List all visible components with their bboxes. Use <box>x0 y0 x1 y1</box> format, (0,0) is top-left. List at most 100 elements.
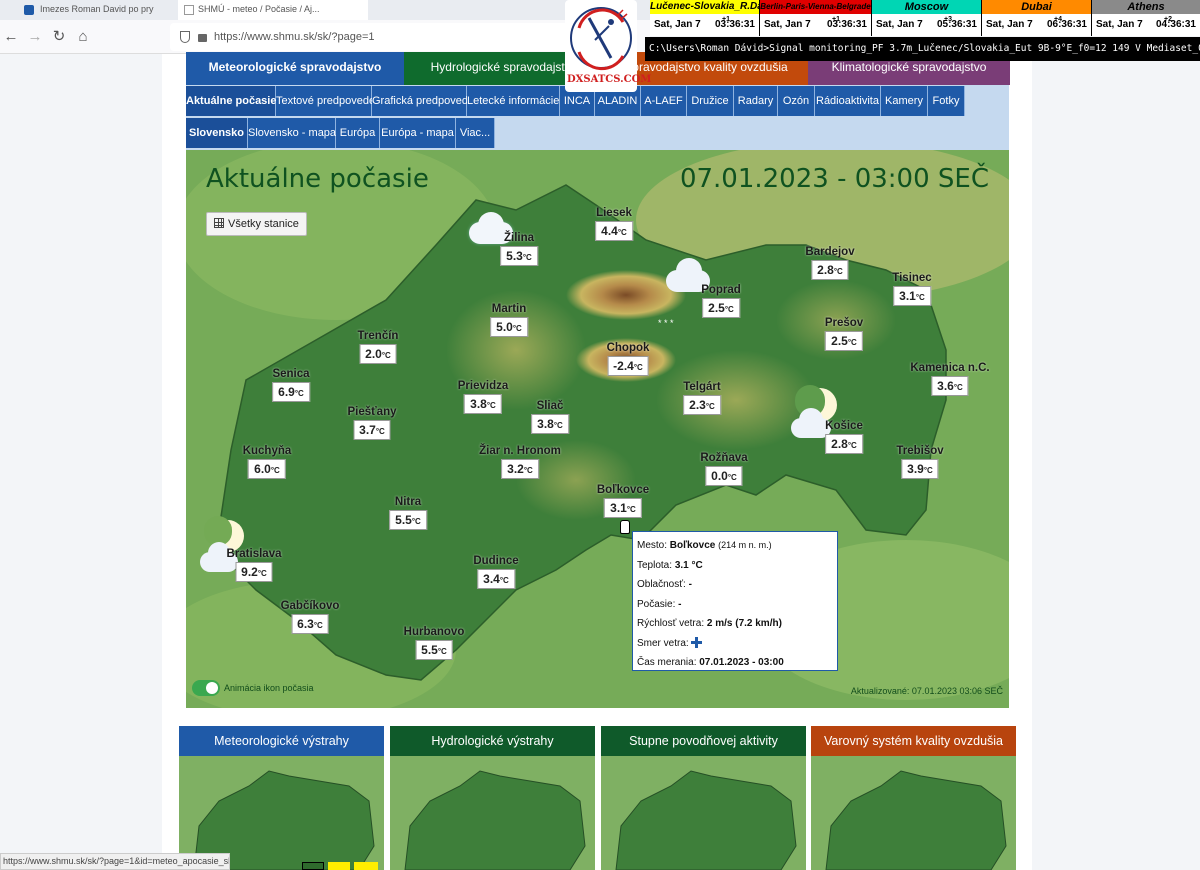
url-bar[interactable]: https://www.shmu.sk/sk/?page=1 <box>170 23 570 51</box>
temp-value: 3.9 <box>907 462 924 476</box>
station-trencin[interactable]: Trenčín 2.0°C <box>358 330 398 364</box>
card-stupne-povodnovej-aktivity[interactable]: Stupne povodňovej aktivity <box>601 726 806 870</box>
station-chopok[interactable]: Chopok -2.4°C <box>607 342 649 376</box>
subtab-textove-predpovede[interactable]: Textové predpovede <box>276 86 375 116</box>
station-temp: 3.9°C <box>901 459 939 479</box>
temp-value: 3.2 <box>507 462 524 476</box>
station-temp: 3.8°C <box>464 394 502 414</box>
browser-tab-label: Imezes Roman David po pry <box>40 4 154 14</box>
subtab-druzice[interactable]: Družice <box>687 86 734 116</box>
station-liesek[interactable]: Liesek 4.4°C <box>595 207 633 241</box>
regiontab-slovensko[interactable]: Slovensko <box>186 118 248 148</box>
station-kamenica[interactable]: Kamenica n.C. 3.6°C <box>910 362 990 396</box>
temp-unit: °C <box>375 427 385 436</box>
subtab-radary[interactable]: Radary <box>734 86 778 116</box>
station-zilina[interactable]: Žilina 5.3°C <box>500 232 538 266</box>
subtab-fotky[interactable]: Fotky <box>928 86 965 116</box>
station-kosice[interactable]: Košice 2.8°C <box>825 420 863 454</box>
station-kuchyna[interactable]: Kuchyňa 6.0°C <box>242 445 292 479</box>
temp-unit: °C <box>915 293 925 302</box>
temp-value: 5.5 <box>395 513 412 527</box>
station-name: Liesek <box>596 207 632 219</box>
subtab-letecke-informacie[interactable]: Letecké informácie <box>467 86 560 116</box>
card-map-thumbnail <box>601 756 806 870</box>
station-piestany[interactable]: Piešťany 3.7°C <box>348 406 396 440</box>
station-telgart[interactable]: Telgárt 2.3°C <box>683 381 721 415</box>
temp-value: 2.8 <box>817 263 834 277</box>
tooltip-city-row: Mesto: Boľkovce (214 m n. m.) <box>637 536 833 556</box>
temp-unit: °C <box>381 351 391 360</box>
tooltip-cloud-row: Oblačnosť: - <box>637 575 833 595</box>
regiontab-slovensko-mapa[interactable]: Slovensko - mapa <box>248 118 336 148</box>
station-temp: 5.0°C <box>490 317 528 337</box>
station-roznava[interactable]: Rožňava 0.0°C <box>700 452 748 486</box>
forward-arrow-icon[interactable]: → <box>26 28 44 46</box>
station-poprad[interactable]: Poprad 2.5°C <box>701 284 741 318</box>
tooltip-cloud-label: Oblačnosť: <box>637 579 686 590</box>
station-presov[interactable]: Prešov 2.5°C <box>825 317 863 351</box>
card-meteorologicke-vystrahy[interactable]: Meteorologické výstrahy <box>179 726 384 870</box>
tooltip-direction-row: Smer vetra: <box>637 634 833 654</box>
station-tisinec[interactable]: Tisinec 3.1°C <box>892 272 932 306</box>
all-stations-button[interactable]: Všetky stanice <box>206 212 307 236</box>
station-name: Kuchyňa <box>242 445 292 457</box>
home-icon[interactable]: ⌂ <box>74 28 92 46</box>
command-line-overlay: C:\Users\Roman Dávid>Signal monitoring_P… <box>645 37 1200 61</box>
tooltip-time-row: Čas merania: 07.01.2023 - 03:00 <box>637 653 833 673</box>
station-temp: 6.9°C <box>272 382 310 402</box>
regiontab-europa[interactable]: Európa <box>336 118 380 148</box>
subtab-ozon[interactable]: Ozón <box>778 86 815 116</box>
card-hydrologicke-vystrahy[interactable]: Hydrologické výstrahy <box>390 726 595 870</box>
temp-value: 2.3 <box>689 398 706 412</box>
shield-icon <box>180 31 190 43</box>
station-prievidza[interactable]: Prievidza 3.8°C <box>457 380 509 414</box>
status-bar-url: https://www.shmu.sk/sk/?page=1&id=meteo_… <box>0 853 230 870</box>
subtab-a-laef[interactable]: A-LAEF <box>641 86 687 116</box>
regiontab-viac[interactable]: Viac... <box>456 118 495 148</box>
station-martin[interactable]: Martin 5.0°C <box>490 303 528 337</box>
tooltip-wind-row: Rýchlosť vetra: 2 m/s (7.2 km/h) <box>637 614 833 634</box>
station-sliac[interactable]: Sliač 3.8°C <box>531 400 569 434</box>
station-name: Prievidza <box>457 380 509 392</box>
temp-value: 6.0 <box>254 462 271 476</box>
card-varovny-system-kvality-ovzdusia[interactable]: Varovný systém kvality ovzdušia <box>811 726 1016 870</box>
clock-city: Berlin-Paris-Vienna-Belgrade <box>760 0 871 14</box>
station-name: Nitra <box>394 496 422 508</box>
tooltip-city: Boľkovce <box>669 540 716 551</box>
station-ziar-n-hronom[interactable]: Žiar n. Hronom 3.2°C <box>479 445 561 479</box>
station-dudince[interactable]: Dudince 3.4°C <box>473 555 519 589</box>
regiontab-europa-mapa[interactable]: Európa - mapa <box>380 118 456 148</box>
subtab-graficka-predpoved[interactable]: Grafická predpoveď <box>372 86 469 116</box>
subtab-radioaktivita[interactable]: Rádioaktivita <box>815 86 881 116</box>
browser-tab-active[interactable]: SHMÚ - meteo / Počasie / Aj... <box>178 0 368 20</box>
tooltip-weather-label: Počasie: <box>637 598 676 610</box>
temp-value: 3.4 <box>483 572 500 586</box>
station-bratislava[interactable]: Bratislava 9.2°C <box>227 548 281 582</box>
station-temp: 3.8°C <box>531 414 569 434</box>
station-name: Trebišov <box>896 445 944 457</box>
temp-unit: °C <box>437 647 447 656</box>
temp-unit: °C <box>313 621 323 630</box>
station-bolkovce[interactable]: Boľkovce 3.1°C <box>597 484 649 518</box>
reload-icon[interactable]: ↻ <box>50 28 68 46</box>
station-name: Sliač <box>536 400 564 412</box>
subtab-aktualne-pocasie[interactable]: Aktuálne počasie <box>186 86 276 116</box>
animation-toggle-label: Animácia ikon počasia <box>224 683 314 693</box>
temp-value: 2.0 <box>365 347 382 361</box>
back-arrow-icon[interactable]: ← <box>2 28 20 46</box>
station-bardejov[interactable]: Bardejov 2.8°C <box>805 246 855 280</box>
station-senica[interactable]: Senica 6.9°C <box>272 368 310 402</box>
station-trebisov[interactable]: Trebišov 3.9°C <box>896 445 944 479</box>
browser-tab[interactable]: Imezes Roman David po pry <box>0 0 170 20</box>
station-gabcikovo[interactable]: Gabčíkovo 6.3°C <box>281 600 339 634</box>
animation-toggle[interactable] <box>192 680 220 696</box>
tab-meteorologicke-spravodajstvo[interactable]: Meteorologické spravodajstvo <box>186 52 404 85</box>
station-temp: 3.2°C <box>501 459 539 479</box>
station-nitra[interactable]: Nitra 5.5°C <box>389 496 427 530</box>
station-hurbanovo[interactable]: Hurbanovo 5.5°C <box>404 626 464 660</box>
temp-value: 6.3 <box>297 617 314 631</box>
subtab-kamery[interactable]: Kamery <box>881 86 928 116</box>
browser-tab-strip: Imezes Roman David po pry SHMÚ - meteo /… <box>0 0 650 20</box>
clock-date: Sat, Jan 7 <box>764 19 811 30</box>
clock-city: Moscow <box>872 0 981 14</box>
